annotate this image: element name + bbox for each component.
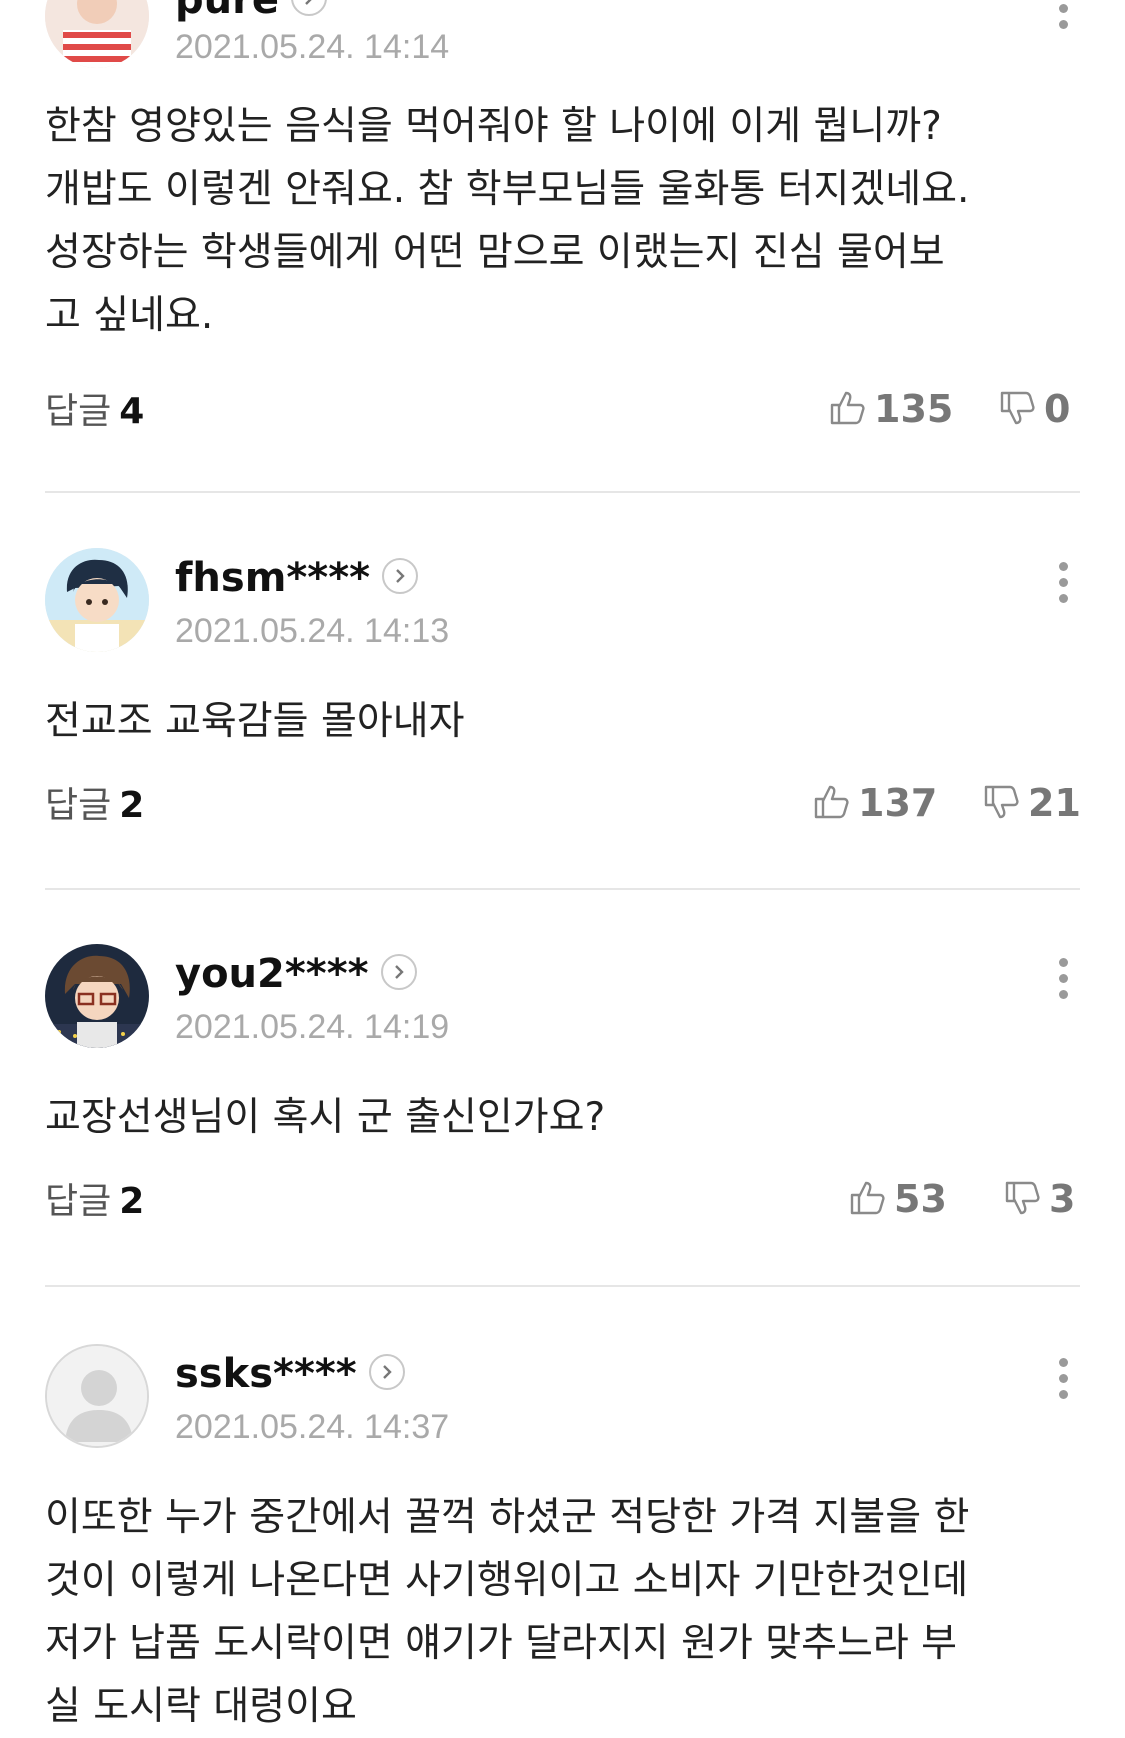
reply-label: 답글: [45, 391, 112, 432]
comment-text: 교장선생님이 혹시 군 출신인가요?: [45, 1095, 606, 1140]
avatar[interactable]: [45, 548, 149, 652]
comment-text: 전교조 교육감들 몰아내자: [45, 699, 465, 744]
reply-button[interactable]: 답글 4: [45, 394, 144, 430]
comment-date: 2021.05.24. 14:37: [175, 1408, 450, 1446]
thumbs-up-icon: [814, 785, 849, 818]
like-button[interactable]: 137: [812, 784, 937, 826]
comment-nickname[interactable]: pure: [175, 0, 327, 20]
more-vertical-icon[interactable]: [1054, 562, 1072, 614]
reply-button[interactable]: 답글 2: [45, 788, 144, 824]
thumbs-up-icon: [850, 1181, 885, 1214]
like-count: 53: [894, 1177, 947, 1221]
more-vertical-icon[interactable]: [1054, 958, 1072, 1010]
dislike-count: 3: [1049, 1177, 1076, 1221]
thumbs-down-icon: [1005, 1181, 1040, 1214]
chevron-right-icon[interactable]: [382, 558, 419, 594]
reply-button[interactable]: 답글 2: [45, 1184, 144, 1220]
comment-text: 한참 영양있는 음식을 먹어줘야 할 나이에 이게 뭡니까? 개밥도 이렇겐 안…: [45, 104, 970, 338]
more-vertical-icon[interactable]: [1054, 1358, 1072, 1410]
reply-count: 4: [119, 391, 145, 432]
like-count: 137: [858, 781, 938, 825]
comment-date: 2021.05.24. 14:13: [175, 612, 450, 650]
thumbs-down-icon: [1000, 391, 1035, 424]
thumbs-down-icon: [984, 785, 1019, 818]
thumbs-up-icon: [830, 391, 865, 424]
comment-date: 2021.05.24. 14:14: [175, 28, 450, 66]
chevron-right-icon[interactable]: [368, 1354, 405, 1390]
comment-nickname[interactable]: ssks****: [175, 1354, 405, 1394]
comment-nickname[interactable]: you2****: [175, 954, 417, 994]
comment-text: 이또한 누가 중간에서 꿀꺽 하셨군 적당한 가격 지불을 한 것이 이렇게 나…: [45, 1495, 970, 1729]
divider: [45, 491, 1080, 493]
reply-label: 답글: [45, 1181, 112, 1222]
dislike-button[interactable]: 3: [1003, 1180, 1075, 1222]
avatar[interactable]: [45, 944, 149, 1048]
like-count: 135: [874, 387, 954, 431]
reply-label: 답글: [45, 785, 112, 826]
avatar[interactable]: [45, 0, 149, 68]
more-vertical-icon[interactable]: [1054, 0, 1072, 40]
like-button[interactable]: 53: [848, 1180, 947, 1222]
avatar[interactable]: [45, 1344, 149, 1448]
comment-date: 2021.05.24. 14:19: [175, 1008, 450, 1046]
dislike-button[interactable]: 0: [998, 390, 1070, 432]
chevron-right-icon[interactable]: [380, 954, 417, 990]
reply-count: 2: [119, 785, 145, 826]
dislike-button[interactable]: 21: [982, 784, 1081, 826]
divider: [45, 1285, 1080, 1287]
chevron-right-icon[interactable]: [290, 0, 327, 16]
divider: [45, 888, 1080, 890]
like-button[interactable]: 135: [828, 390, 953, 432]
reply-count: 2: [119, 1181, 145, 1222]
dislike-count: 0: [1044, 387, 1071, 431]
comment-nickname[interactable]: fhsm****: [175, 558, 419, 598]
dislike-count: 21: [1028, 781, 1081, 825]
